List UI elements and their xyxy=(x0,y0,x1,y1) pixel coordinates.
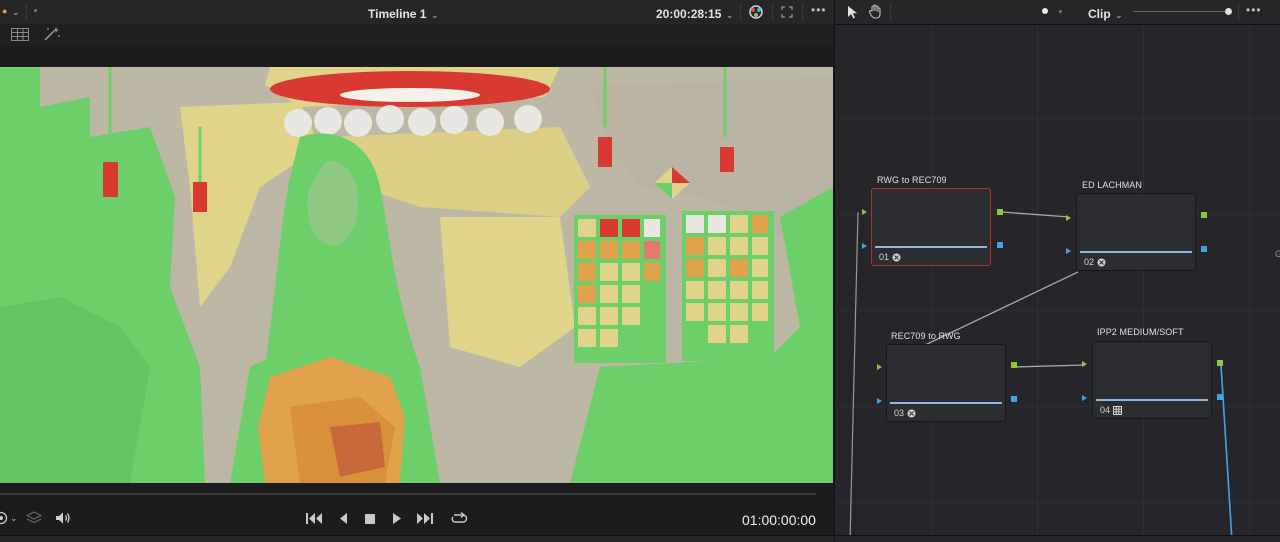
loop-icon[interactable] xyxy=(450,511,468,526)
node-output-alpha[interactable] xyxy=(997,242,1003,248)
speaker-icon[interactable] xyxy=(55,511,71,525)
dot-indicator xyxy=(1059,10,1062,13)
toolbar-divider xyxy=(26,4,27,20)
record-timecode: 01:00:00:00 xyxy=(742,512,816,528)
more-icon[interactable]: ••• xyxy=(1246,3,1262,17)
node-03[interactable]: 03 xyxy=(886,344,1006,422)
scrub-bar[interactable] xyxy=(0,493,816,495)
false-color-frame xyxy=(0,67,833,483)
node-01[interactable]: 01 xyxy=(871,188,991,266)
node-output-rgb[interactable] xyxy=(1201,212,1207,218)
zoom-slider-thumb[interactable] xyxy=(1225,8,1232,15)
node-zoom-dot[interactable] xyxy=(1042,8,1048,14)
hand-icon[interactable] xyxy=(868,4,883,19)
node-04[interactable]: 04 xyxy=(1092,341,1212,419)
layers-icon[interactable] xyxy=(26,511,42,525)
chevron-down-icon[interactable]: ⌄ xyxy=(12,7,20,18)
node-input-alpha[interactable] xyxy=(1082,395,1087,401)
fx-icon xyxy=(907,409,916,418)
zoom-slider-track[interactable] xyxy=(1133,11,1229,12)
toolbar-divider xyxy=(1238,3,1239,21)
last-frame-icon[interactable] xyxy=(416,512,434,525)
left-edge-indicator: ● xyxy=(2,6,8,16)
play-icon[interactable] xyxy=(391,512,403,525)
node-label: IPP2 MEDIUM/SOFT xyxy=(1097,327,1184,337)
clip-mode-label: Clip xyxy=(1088,7,1111,21)
grid-view-icon[interactable] xyxy=(11,28,29,41)
node-input-rgb[interactable] xyxy=(1082,361,1087,367)
viewer-image[interactable] xyxy=(0,67,833,483)
node-editor-toolbar: Clip ⌄ ••• xyxy=(835,0,1280,25)
source-timecode-selector[interactable]: 20:00:28:15 ⌄ xyxy=(656,5,733,23)
node-label: RWG to REC709 xyxy=(877,175,947,185)
node-input-rgb[interactable] xyxy=(877,364,882,370)
first-frame-icon[interactable] xyxy=(305,512,323,525)
timeline-name: Timeline 1 xyxy=(368,7,427,21)
chevron-down-icon: ⌄ xyxy=(1115,10,1123,20)
chevron-down-icon: ⌄ xyxy=(725,10,734,20)
node-bar xyxy=(1096,399,1208,401)
stop-icon[interactable] xyxy=(364,513,376,525)
viewer-mode-icon[interactable] xyxy=(0,511,8,525)
node-label: ED LACHMAN xyxy=(1082,180,1143,190)
node-output-alpha[interactable] xyxy=(1011,396,1017,402)
chevron-down-icon: ⌄ xyxy=(430,10,439,20)
timeline-selector[interactable]: Timeline 1 ⌄ xyxy=(368,5,438,23)
toolbar-divider xyxy=(890,3,891,21)
dot-indicator xyxy=(34,9,37,12)
node-bar xyxy=(890,402,1002,404)
chevron-down-icon[interactable]: ⌄ xyxy=(10,513,18,524)
node-number: 02 xyxy=(1084,257,1106,267)
viewer-subtoolbar xyxy=(0,24,834,46)
pointer-icon[interactable] xyxy=(847,5,859,19)
toolbar-divider xyxy=(740,3,741,21)
node-number: 03 xyxy=(894,408,916,418)
lut-icon xyxy=(1112,406,1122,415)
node-number: 04 xyxy=(1100,405,1122,415)
output-marker-icon: G xyxy=(1275,249,1280,259)
node-label: REC709 to RWG xyxy=(891,331,961,341)
fx-icon xyxy=(1097,258,1106,267)
toolbar-divider xyxy=(772,3,773,21)
step-back-icon[interactable] xyxy=(337,512,349,525)
fullscreen-icon[interactable] xyxy=(781,6,793,18)
viewer-toolbar: ● ⌄ Timeline 1 ⌄ 20:00:28:15 ⌄ ••• xyxy=(0,0,834,25)
node-output-rgb[interactable] xyxy=(1217,360,1223,366)
node-bar xyxy=(1080,251,1192,253)
node-connections xyxy=(849,211,1233,541)
node-output-alpha[interactable] xyxy=(1217,394,1223,400)
clip-mode-selector[interactable]: Clip ⌄ xyxy=(1088,5,1123,23)
node-number: 01 xyxy=(879,252,901,262)
node-output-rgb[interactable] xyxy=(997,209,1003,215)
node-input-alpha[interactable] xyxy=(1066,248,1071,254)
source-timecode: 20:00:28:15 xyxy=(656,7,722,21)
more-icon[interactable]: ••• xyxy=(811,3,827,17)
toolbar-divider xyxy=(802,3,803,21)
node-input-rgb[interactable] xyxy=(1066,215,1071,221)
node-output-rgb[interactable] xyxy=(1011,362,1017,368)
node-bar xyxy=(875,246,987,248)
node-input-alpha[interactable] xyxy=(862,243,867,249)
node-02[interactable]: 02 xyxy=(1076,193,1196,271)
fx-icon xyxy=(892,253,901,262)
node-input-alpha[interactable] xyxy=(877,398,882,404)
color-viewer-icon[interactable] xyxy=(748,4,764,20)
node-output-alpha[interactable] xyxy=(1201,246,1207,252)
node-input-rgb[interactable] xyxy=(862,209,867,215)
magic-wand-icon[interactable] xyxy=(43,26,61,42)
